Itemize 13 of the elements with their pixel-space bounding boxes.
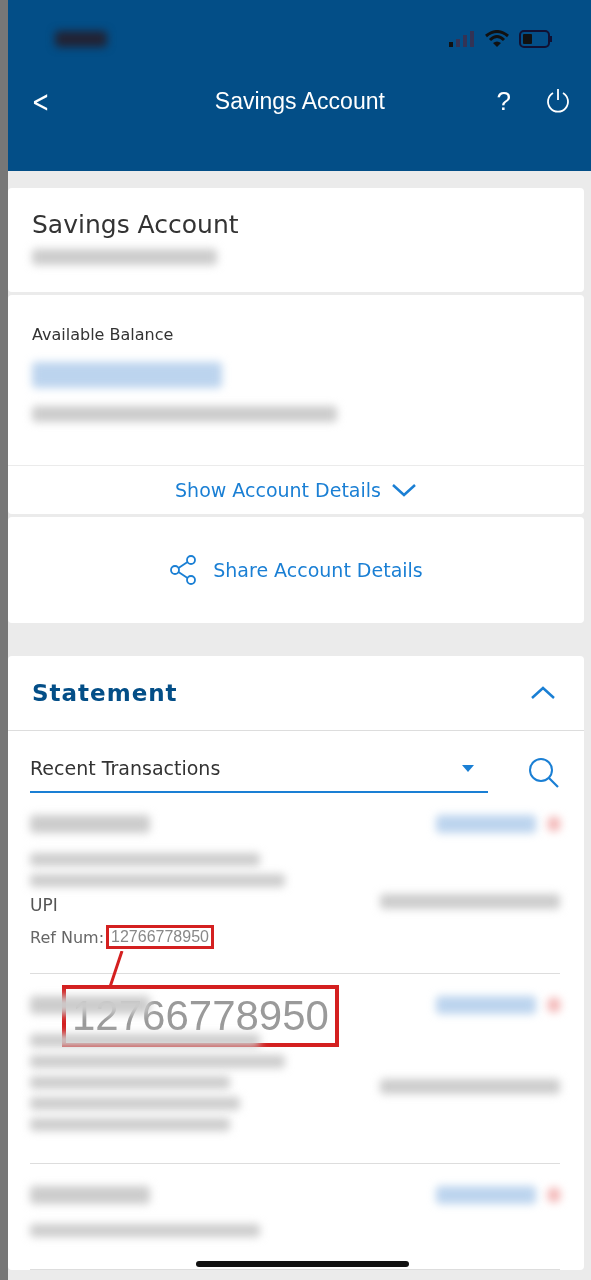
transaction-channel: UPI [30,895,59,915]
show-details-button[interactable]: Show Account Details [8,466,584,514]
callout-number: 12766778950 [62,985,339,1047]
ref-label: Ref Num: [30,927,105,947]
help-button[interactable]: ? [490,84,517,118]
statement-title: Statement [32,680,178,706]
transactions-dropdown[interactable]: Recent Transactions [30,753,488,793]
balance-label: Available Balance [32,325,175,344]
account-title: Savings Account [32,210,240,239]
ref-number: 12766778950 [106,925,214,949]
share-button[interactable]: Share Account Details [8,517,584,623]
screen-title: Savings Account [213,87,386,115]
back-button[interactable]: < [27,83,54,119]
